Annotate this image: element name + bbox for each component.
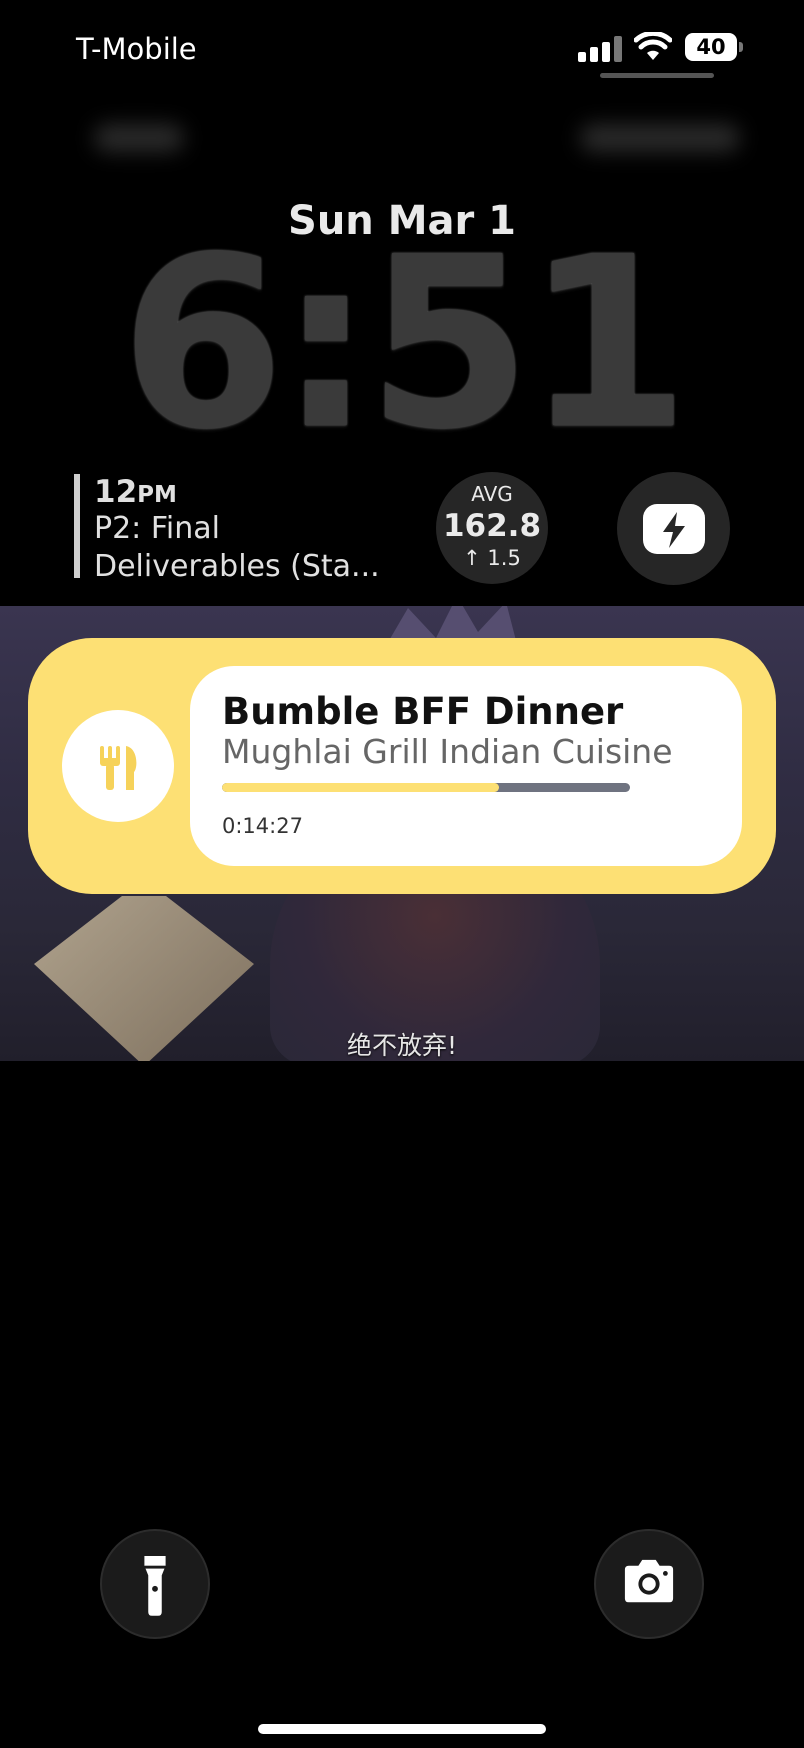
fork-knife-icon	[62, 710, 174, 822]
avg-value: 162.8	[442, 508, 542, 544]
calendar-event-time: 12PM	[94, 474, 404, 510]
calendar-event-title-line1: P2: Final	[94, 511, 220, 546]
wifi-icon	[634, 32, 672, 60]
avg-label: AVG	[471, 482, 513, 506]
flashlight-icon	[144, 1556, 166, 1616]
live-activity-card: Bumble BFF Dinner Mughlai Grill Indian C…	[190, 666, 742, 866]
flashlight-button[interactable]	[100, 1529, 210, 1639]
control-center-handle[interactable]	[600, 73, 714, 78]
activity-elapsed-time: 0:14:27	[222, 814, 303, 838]
camera-icon	[624, 1559, 674, 1603]
calendar-hour: 12	[94, 474, 138, 510]
avg-widget[interactable]: AVG 162.8 ↑ 1.5	[436, 472, 548, 584]
blurred-area	[580, 124, 740, 152]
camera-button[interactable]	[594, 1529, 704, 1639]
home-indicator[interactable]	[258, 1724, 546, 1734]
activity-progress-bar	[222, 783, 630, 792]
activity-subtitle: Mughlai Grill Indian Cuisine	[222, 732, 673, 771]
calendar-event-title-line2: Deliverables (Sta...	[94, 549, 380, 584]
activity-title: Bumble BFF Dinner	[222, 690, 624, 733]
lock-clock: 6:51	[120, 206, 689, 481]
carrier-name: T-Mobile	[76, 32, 197, 66]
blurred-area	[94, 124, 184, 152]
media-subtitle: 绝不放弃!	[346, 1031, 458, 1060]
bolt-camera-icon	[643, 500, 705, 554]
lock-screen: T-Mobile 40 Sun Mar 1 6:51 12PM P2: Fina…	[0, 0, 804, 1748]
calendar-meridiem: PM	[137, 482, 177, 508]
live-activity[interactable]: Bumble BFF Dinner Mughlai Grill Indian C…	[28, 638, 776, 894]
battery-indicator: 40	[685, 33, 737, 61]
activity-progress-fill	[222, 783, 500, 792]
avg-delta: ↑ 1.5	[463, 546, 521, 570]
cellular-signal-icon	[578, 36, 622, 62]
shortcut-widget[interactable]	[617, 472, 730, 585]
calendar-widget[interactable]: 12PM P2: Final Deliverables (Sta...	[74, 474, 404, 584]
battery-nub	[739, 42, 743, 52]
